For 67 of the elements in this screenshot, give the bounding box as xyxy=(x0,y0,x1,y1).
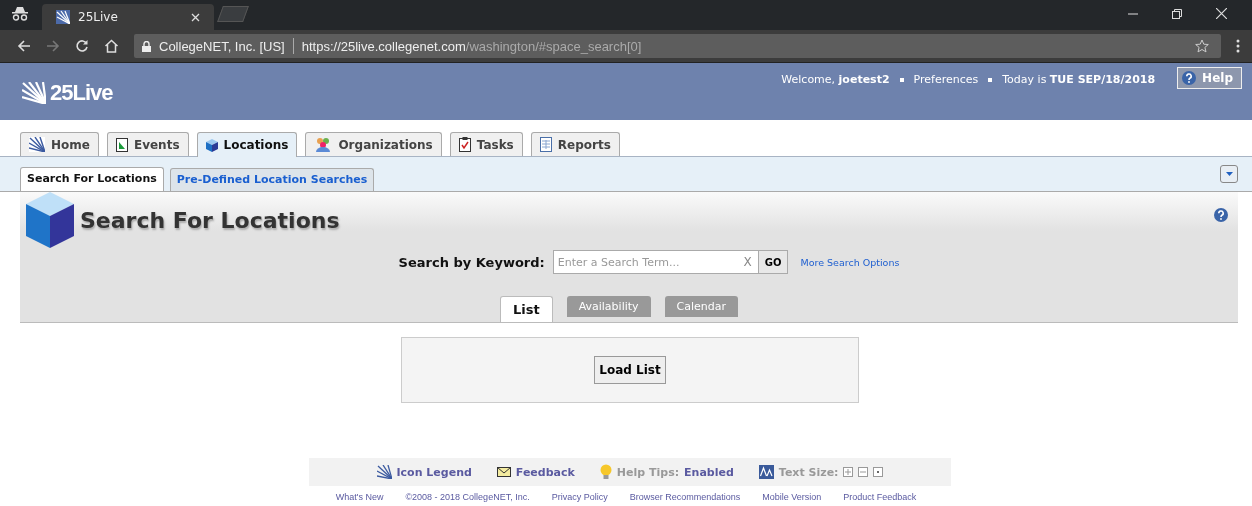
preferences-link[interactable]: Preferences xyxy=(913,73,979,86)
close-icon[interactable] xyxy=(191,12,200,22)
help-icon xyxy=(1182,71,1197,85)
rays-icon xyxy=(376,465,392,479)
help-icon[interactable] xyxy=(1214,208,1228,222)
envelope-icon xyxy=(496,467,511,477)
plus-icon[interactable] xyxy=(843,467,854,477)
reset-icon[interactable] xyxy=(873,467,884,477)
nav-tab[interactable]: Reports xyxy=(530,132,620,156)
help-tips-toggle[interactable]: Enabled xyxy=(684,465,734,479)
spreadsheet-icon xyxy=(539,137,552,152)
minus-icon[interactable] xyxy=(858,467,869,477)
lock-icon xyxy=(142,40,151,52)
search-field[interactable]: Enter a Search Term... X xyxy=(552,250,759,274)
reload-icon[interactable] xyxy=(75,39,89,53)
footer-link[interactable]: Product Feedback xyxy=(843,492,917,502)
home-icon[interactable] xyxy=(104,39,119,53)
logo-icon xyxy=(56,10,70,24)
more-menu-icon[interactable] xyxy=(1236,39,1240,53)
nav-tab[interactable]: Organizations xyxy=(305,132,442,156)
footer-link[interactable]: What's New xyxy=(335,492,384,502)
date-text: Today is TUE SEP/18/2018 xyxy=(1002,73,1156,86)
browser-tab-title: 25Live xyxy=(78,10,118,24)
icon-legend-link[interactable]: Icon Legend xyxy=(396,465,472,479)
star-icon[interactable] xyxy=(1195,39,1209,53)
more-search-options-link[interactable]: More Search Options xyxy=(800,256,900,268)
logo-rays-icon xyxy=(22,82,46,104)
logo-text: 25Live xyxy=(50,80,113,106)
nav-tab[interactable]: Home xyxy=(20,132,99,156)
go-button[interactable]: GO xyxy=(758,250,789,274)
search-label: Search by Keyword: xyxy=(398,254,545,270)
clipboard-icon xyxy=(458,137,471,152)
address-bar[interactable]: CollegeNET, Inc. [US] https://25live.collegenet.com/washington/#space_search[0] xyxy=(134,34,1221,58)
sub-tab[interactable]: Search For Locations xyxy=(20,167,164,191)
incognito-icon xyxy=(12,7,28,21)
footer-link[interactable]: Privacy Policy xyxy=(551,492,608,502)
sub-tab[interactable]: Pre-Defined Location Searches xyxy=(169,168,375,191)
browser-tab[interactable]: 25Live xyxy=(42,4,214,30)
text-size-label: Text Size: xyxy=(778,465,839,479)
clear-button[interactable]: X xyxy=(743,255,752,269)
restore-icon[interactable] xyxy=(1172,9,1182,19)
footer-link[interactable]: ©2008 - 2018 CollegeNET, Inc. xyxy=(405,492,530,502)
back-icon[interactable] xyxy=(17,39,31,53)
nav-tab[interactable]: Tasks xyxy=(449,132,523,156)
text-size-icon xyxy=(758,465,774,479)
caret-icon xyxy=(1225,172,1233,176)
help-tips-label: Help Tips: xyxy=(616,465,680,479)
rays-icon xyxy=(29,137,45,152)
people-icon xyxy=(314,137,333,152)
footer-link[interactable]: Mobile Version xyxy=(762,492,822,502)
dropdown-button[interactable] xyxy=(1220,165,1238,183)
forward-icon[interactable] xyxy=(46,39,60,53)
lightbulb-icon xyxy=(599,464,612,480)
site-identity: CollegeNET, Inc. [US] xyxy=(159,38,285,54)
cube-icon xyxy=(26,192,74,248)
url-text: https://25live.collegenet.com/washington/#space_search[0] xyxy=(301,38,642,54)
document-icon xyxy=(115,137,128,152)
view-tab[interactable]: List xyxy=(499,296,553,322)
welcome-text: Welcome, joetest2 xyxy=(781,73,890,86)
close-icon[interactable] xyxy=(1216,8,1227,19)
load-list-button[interactable]: Load List xyxy=(594,356,666,384)
feedback-link[interactable]: Feedback xyxy=(515,465,575,479)
nav-tab[interactable]: Locations xyxy=(196,132,298,157)
cube-icon xyxy=(205,138,218,152)
footer-link[interactable]: Browser Recommendations xyxy=(629,492,741,502)
nav-tab[interactable]: Events xyxy=(106,132,189,156)
page-title: Search For Locations xyxy=(80,207,340,233)
